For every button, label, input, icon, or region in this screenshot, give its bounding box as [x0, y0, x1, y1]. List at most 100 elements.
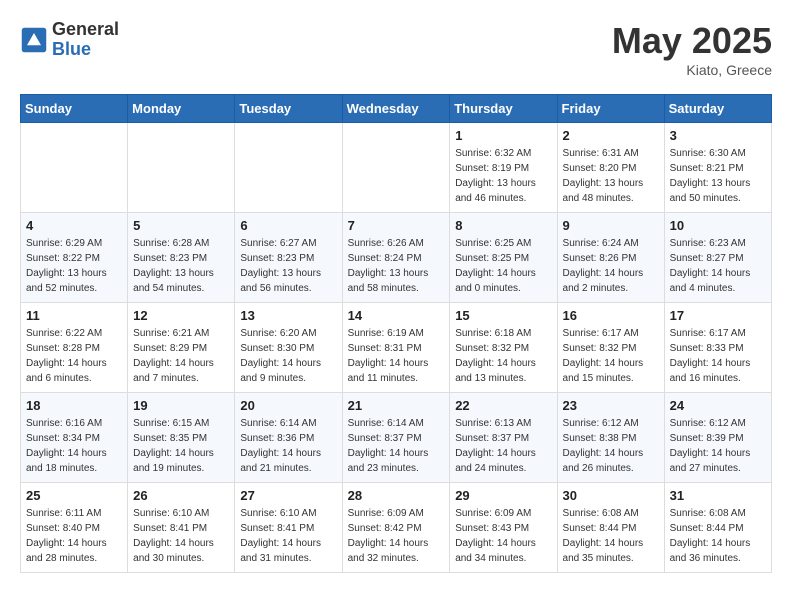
calendar-cell: 5 Sunrise: 6:28 AM Sunset: 8:23 PM Daylig…: [128, 213, 235, 303]
calendar-cell: 23Sunrise: 6:12 AM Sunset: 8:38 PM Dayli…: [557, 393, 664, 483]
calendar-cell: 8Sunrise: 6:25 AM Sunset: 8:25 PM Daylig…: [450, 213, 557, 303]
day-number: 26: [133, 488, 229, 503]
day-number: 11: [26, 308, 122, 323]
day-number: 1: [455, 128, 551, 143]
calendar-cell: 13Sunrise: 6:20 AM Sunset: 8:30 PM Dayli…: [235, 303, 342, 393]
day-info: Sunrise: 6:22 AM Sunset: 8:28 PM Dayligh…: [26, 326, 122, 386]
day-info: Sunrise: 6:23 AM Sunset: 8:27 PM Dayligh…: [670, 236, 766, 296]
location: Kiato, Greece: [612, 62, 772, 78]
day-info: Sunrise: 6:10 AM Sunset: 8:41 PM Dayligh…: [133, 506, 229, 566]
calendar-cell: 12 Sunrise: 6:21 AM Sunset: 8:29 PM Dayli…: [128, 303, 235, 393]
day-info: Sunrise: 6:08 AM Sunset: 8:44 PM Dayligh…: [563, 506, 659, 566]
day-number: 22: [455, 398, 551, 413]
day-number: 4: [26, 218, 122, 233]
day-info: Sunrise: 6:27 AM Sunset: 8:23 PM Dayligh…: [240, 236, 336, 296]
col-header-thursday: Thursday: [450, 95, 557, 123]
week-row-2: 4 Sunrise: 6:29 AM Sunset: 8:22 PM Daylig…: [21, 213, 772, 303]
month-title: May 2025: [612, 20, 772, 62]
calendar-cell: [21, 123, 128, 213]
day-info: Sunrise: 6:20 AM Sunset: 8:30 PM Dayligh…: [240, 326, 336, 386]
day-number: 15: [455, 308, 551, 323]
calendar-cell: 3Sunrise: 6:30 AM Sunset: 8:21 PM Daylig…: [664, 123, 771, 213]
day-number: 7: [348, 218, 445, 233]
day-info: Sunrise: 6:17 AM Sunset: 8:33 PM Dayligh…: [670, 326, 766, 386]
day-info: Sunrise: 6:17 AM Sunset: 8:32 PM Dayligh…: [563, 326, 659, 386]
day-number: 30: [563, 488, 659, 503]
col-header-friday: Friday: [557, 95, 664, 123]
day-number: 28: [348, 488, 445, 503]
day-info: Sunrise: 6:13 AM Sunset: 8:37 PM Dayligh…: [455, 416, 551, 476]
calendar-cell: 28Sunrise: 6:09 AM Sunset: 8:42 PM Dayli…: [342, 483, 450, 573]
day-info: Sunrise: 6:16 AM Sunset: 8:34 PM Dayligh…: [26, 416, 122, 476]
calendar-cell: 7 Sunrise: 6:26 AM Sunset: 8:24 PM Daylig…: [342, 213, 450, 303]
day-info: Sunrise: 6:14 AM Sunset: 8:37 PM Dayligh…: [348, 416, 445, 476]
calendar-cell: 21 Sunrise: 6:14 AM Sunset: 8:37 PM Dayli…: [342, 393, 450, 483]
day-info: Sunrise: 6:08 AM Sunset: 8:44 PM Dayligh…: [670, 506, 766, 566]
logo-blue: Blue: [52, 40, 119, 60]
title-block: May 2025 Kiato, Greece: [612, 20, 772, 78]
day-info: Sunrise: 6:24 AM Sunset: 8:26 PM Dayligh…: [563, 236, 659, 296]
calendar-table: SundayMondayTuesdayWednesdayThursdayFrid…: [20, 94, 772, 573]
col-header-tuesday: Tuesday: [235, 95, 342, 123]
calendar-cell: [342, 123, 450, 213]
calendar-cell: 15 Sunrise: 6:18 AM Sunset: 8:32 PM Dayli…: [450, 303, 557, 393]
day-info: Sunrise: 6:14 AM Sunset: 8:36 PM Dayligh…: [240, 416, 336, 476]
logo: General Blue: [20, 20, 119, 60]
day-info: Sunrise: 6:25 AM Sunset: 8:25 PM Dayligh…: [455, 236, 551, 296]
calendar-cell: 11 Sunrise: 6:22 AM Sunset: 8:28 PM Dayli…: [21, 303, 128, 393]
day-info: Sunrise: 6:10 AM Sunset: 8:41 PM Dayligh…: [240, 506, 336, 566]
week-row-1: 1Sunrise: 6:32 AM Sunset: 8:19 PM Daylig…: [21, 123, 772, 213]
day-number: 29: [455, 488, 551, 503]
calendar-cell: 14 Sunrise: 6:19 AM Sunset: 8:31 PM Dayli…: [342, 303, 450, 393]
calendar-cell: 22 Sunrise: 6:13 AM Sunset: 8:37 PM Dayli…: [450, 393, 557, 483]
day-info: Sunrise: 6:19 AM Sunset: 8:31 PM Dayligh…: [348, 326, 445, 386]
page-header: General Blue May 2025 Kiato, Greece: [20, 20, 772, 78]
calendar-cell: 9 Sunrise: 6:24 AM Sunset: 8:26 PM Daylig…: [557, 213, 664, 303]
day-info: Sunrise: 6:18 AM Sunset: 8:32 PM Dayligh…: [455, 326, 551, 386]
day-number: 23: [563, 398, 659, 413]
day-number: 19: [133, 398, 229, 413]
col-header-monday: Monday: [128, 95, 235, 123]
day-number: 18: [26, 398, 122, 413]
calendar-cell: 30 Sunrise: 6:08 AM Sunset: 8:44 PM Dayli…: [557, 483, 664, 573]
day-number: 31: [670, 488, 766, 503]
calendar-cell: 31 Sunrise: 6:08 AM Sunset: 8:44 PM Dayli…: [664, 483, 771, 573]
calendar-cell: 27Sunrise: 6:10 AM Sunset: 8:41 PM Dayli…: [235, 483, 342, 573]
logo-text: General Blue: [52, 20, 119, 60]
day-info: Sunrise: 6:12 AM Sunset: 8:39 PM Dayligh…: [670, 416, 766, 476]
calendar-cell: [235, 123, 342, 213]
day-number: 6: [240, 218, 336, 233]
day-info: Sunrise: 6:29 AM Sunset: 8:22 PM Dayligh…: [26, 236, 122, 296]
day-info: Sunrise: 6:31 AM Sunset: 8:20 PM Dayligh…: [563, 146, 659, 206]
day-number: 21: [348, 398, 445, 413]
calendar-cell: 6 Sunrise: 6:27 AM Sunset: 8:23 PM Daylig…: [235, 213, 342, 303]
day-number: 24: [670, 398, 766, 413]
calendar-cell: 25 Sunrise: 6:11 AM Sunset: 8:40 PM Dayli…: [21, 483, 128, 573]
week-row-5: 25 Sunrise: 6:11 AM Sunset: 8:40 PM Dayli…: [21, 483, 772, 573]
day-number: 9: [563, 218, 659, 233]
day-info: Sunrise: 6:11 AM Sunset: 8:40 PM Dayligh…: [26, 506, 122, 566]
logo-general: General: [52, 20, 119, 40]
calendar-body: 1Sunrise: 6:32 AM Sunset: 8:19 PM Daylig…: [21, 123, 772, 573]
day-number: 14: [348, 308, 445, 323]
col-header-sunday: Sunday: [21, 95, 128, 123]
day-number: 12: [133, 308, 229, 323]
calendar-cell: 19Sunrise: 6:15 AM Sunset: 8:35 PM Dayli…: [128, 393, 235, 483]
day-info: Sunrise: 6:09 AM Sunset: 8:43 PM Dayligh…: [455, 506, 551, 566]
day-number: 10: [670, 218, 766, 233]
day-number: 5: [133, 218, 229, 233]
logo-icon: [20, 26, 48, 54]
week-row-3: 11 Sunrise: 6:22 AM Sunset: 8:28 PM Dayli…: [21, 303, 772, 393]
calendar-cell: 16Sunrise: 6:17 AM Sunset: 8:32 PM Dayli…: [557, 303, 664, 393]
calendar-cell: 17 Sunrise: 6:17 AM Sunset: 8:33 PM Dayli…: [664, 303, 771, 393]
calendar-cell: 29 Sunrise: 6:09 AM Sunset: 8:43 PM Dayli…: [450, 483, 557, 573]
day-number: 25: [26, 488, 122, 503]
day-number: 17: [670, 308, 766, 323]
calendar-cell: 26 Sunrise: 6:10 AM Sunset: 8:41 PM Dayli…: [128, 483, 235, 573]
calendar-cell: 2 Sunrise: 6:31 AM Sunset: 8:20 PM Daylig…: [557, 123, 664, 213]
day-info: Sunrise: 6:28 AM Sunset: 8:23 PM Dayligh…: [133, 236, 229, 296]
day-info: Sunrise: 6:26 AM Sunset: 8:24 PM Dayligh…: [348, 236, 445, 296]
day-number: 2: [563, 128, 659, 143]
day-info: Sunrise: 6:21 AM Sunset: 8:29 PM Dayligh…: [133, 326, 229, 386]
calendar-cell: 1Sunrise: 6:32 AM Sunset: 8:19 PM Daylig…: [450, 123, 557, 213]
